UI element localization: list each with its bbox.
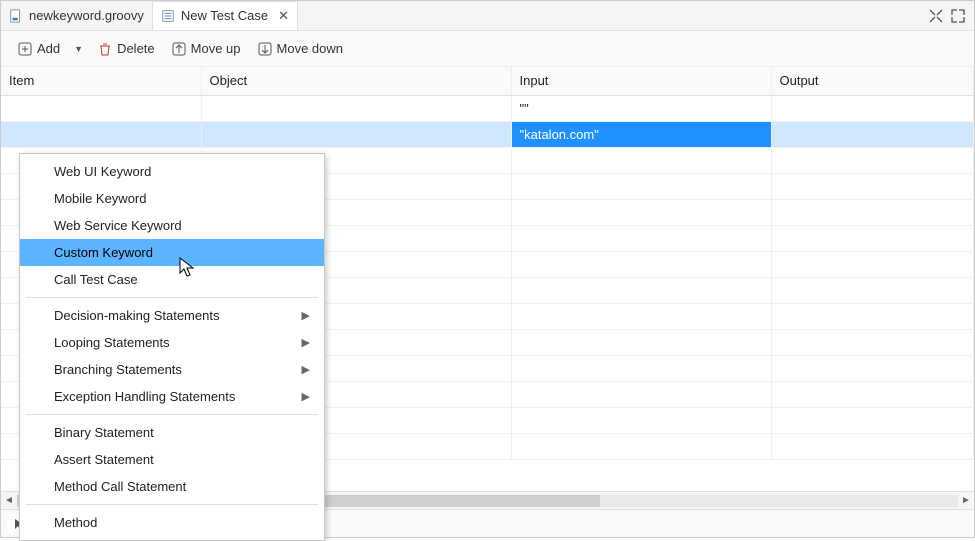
menu-item-method-call-statement[interactable]: Method Call Statement	[20, 473, 324, 500]
cell-item[interactable]	[1, 95, 201, 121]
menu-separator	[26, 297, 318, 298]
maximize-icon[interactable]	[950, 8, 966, 24]
delete-label: Delete	[117, 41, 155, 56]
add-label: Add	[37, 41, 60, 56]
add-step-context-menu: Web UI Keyword Mobile Keyword Web Servic…	[19, 153, 325, 541]
menu-item-custom-keyword[interactable]: Custom Keyword	[20, 239, 324, 266]
menu-item-decision-making[interactable]: Decision-making Statements▶	[20, 302, 324, 329]
editor-tabbar: newkeyword.groovy New Test Case ✕	[1, 1, 974, 31]
menu-separator	[26, 504, 318, 505]
chevron-right-icon: ▶	[302, 363, 310, 376]
arrow-up-icon	[171, 41, 187, 57]
col-header-item[interactable]: Item	[1, 67, 201, 95]
menu-item-mobile-keyword[interactable]: Mobile Keyword	[20, 185, 324, 212]
groovy-file-icon	[9, 9, 23, 23]
add-button[interactable]: Add	[11, 37, 66, 61]
menu-item-looping[interactable]: Looping Statements▶	[20, 329, 324, 356]
add-dropdown-caret[interactable]: ▼	[70, 44, 87, 54]
move-up-button[interactable]: Move up	[165, 37, 247, 61]
col-header-object[interactable]: Object	[201, 67, 511, 95]
move-down-label: Move down	[277, 41, 343, 56]
move-down-button[interactable]: Move down	[251, 37, 349, 61]
menu-item-binary-statement[interactable]: Binary Statement	[20, 419, 324, 446]
scroll-right-arrow[interactable]: ►	[958, 495, 974, 506]
tab-label: newkeyword.groovy	[29, 8, 144, 23]
test-step-toolbar: Add ▼ Delete Move up Move down	[1, 31, 974, 67]
chevron-right-icon: ▶	[302, 336, 310, 349]
plus-box-icon	[17, 41, 33, 57]
menu-item-web-service-keyword[interactable]: Web Service Keyword	[20, 212, 324, 239]
table-header-row: Item Object Input Output	[1, 67, 974, 95]
close-icon[interactable]: ✕	[278, 8, 289, 24]
trash-icon	[97, 41, 113, 57]
menu-item-branching[interactable]: Branching Statements▶	[20, 356, 324, 383]
cell-output[interactable]	[771, 121, 974, 147]
menu-item-web-ui-keyword[interactable]: Web UI Keyword	[20, 158, 324, 185]
table-row[interactable]: ""	[1, 95, 974, 121]
cell-object[interactable]	[201, 95, 511, 121]
cell-output[interactable]	[771, 95, 974, 121]
testcase-icon	[161, 9, 175, 23]
minimize-icon[interactable]	[928, 8, 944, 24]
menu-item-method[interactable]: Method	[20, 509, 324, 536]
cell-input[interactable]: "katalon.com"	[511, 121, 771, 147]
col-header-output[interactable]: Output	[771, 67, 974, 95]
tab-new-test-case[interactable]: New Test Case ✕	[153, 1, 298, 30]
tab-label: New Test Case	[181, 8, 268, 23]
test-steps-main: Item Object Input Output "" "katalon.com…	[1, 67, 974, 491]
cell-item[interactable]	[1, 121, 201, 147]
move-up-label: Move up	[191, 41, 241, 56]
menu-separator	[26, 414, 318, 415]
arrow-down-icon	[257, 41, 273, 57]
menu-item-exception-handling[interactable]: Exception Handling Statements▶	[20, 383, 324, 410]
cell-input[interactable]: ""	[511, 95, 771, 121]
delete-button[interactable]: Delete	[91, 37, 161, 61]
chevron-right-icon: ▶	[302, 309, 310, 322]
chevron-right-icon: ▶	[302, 390, 310, 403]
cell-object[interactable]	[201, 121, 511, 147]
col-header-input[interactable]: Input	[511, 67, 771, 95]
tab-window-controls	[928, 1, 974, 30]
menu-item-call-test-case[interactable]: Call Test Case	[20, 266, 324, 293]
scroll-left-arrow[interactable]: ◄	[1, 495, 17, 506]
tab-newkeyword-groovy[interactable]: newkeyword.groovy	[1, 1, 153, 30]
table-row[interactable]: "katalon.com"	[1, 121, 974, 147]
menu-item-assert-statement[interactable]: Assert Statement	[20, 446, 324, 473]
